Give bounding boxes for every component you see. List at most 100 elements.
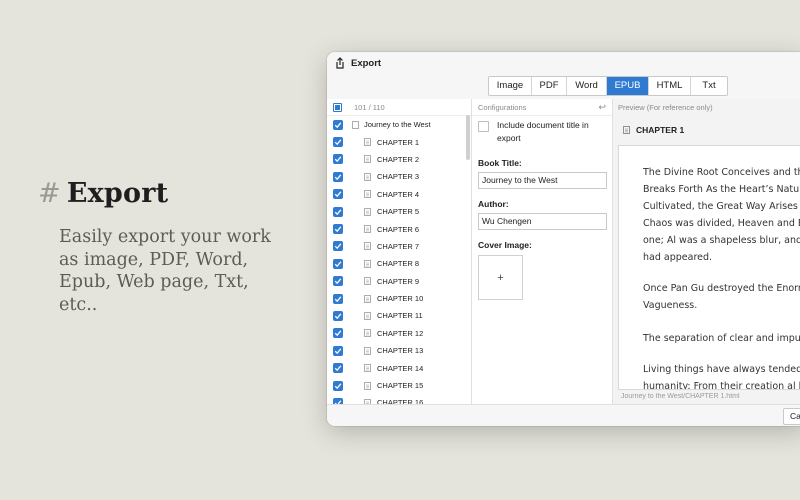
checkbox[interactable] [333, 276, 343, 287]
export-icon [336, 57, 344, 69]
tab-image[interactable]: Image [489, 77, 532, 95]
chapter-label: CHAPTER 8 [377, 259, 420, 269]
select-all-checkbox[interactable] [333, 102, 342, 112]
checkbox[interactable] [333, 224, 343, 235]
chapter-label: CHAPTER 11 [377, 311, 423, 321]
checkbox[interactable] [333, 171, 343, 182]
chapter-label: CHAPTER 7 [377, 241, 420, 251]
preview-text-line: Cultivated, the Great Way Arises E [643, 201, 800, 212]
tree-row-chapter[interactable]: CHAPTER 15 [327, 377, 471, 394]
checkbox[interactable] [333, 380, 343, 391]
tree-header: 101 / 110 [327, 99, 471, 116]
hero-description: Easily export your work as image, PDF, W… [59, 227, 271, 315]
window-title: Export [351, 57, 382, 69]
config-header-label: Configurations [478, 102, 527, 112]
preview-panel: Preview (For reference only) CHAPTER 1 T… [613, 99, 800, 404]
chapter-doc-icon [364, 294, 371, 303]
tab-pdf[interactable]: PDF [532, 77, 567, 95]
preview-text-line: Chaos was divided, Heaven and E [643, 218, 800, 229]
preview-text-line: Living things have always tended [643, 364, 800, 375]
checkbox[interactable] [333, 363, 343, 374]
checkbox[interactable] [333, 206, 343, 217]
checkbox[interactable] [333, 293, 343, 304]
preview-text-line: Breaks Forth As the Heart’s Natur [643, 184, 800, 195]
checkbox[interactable] [333, 241, 343, 252]
tab-word[interactable]: Word [567, 77, 607, 95]
tree-row-chapter[interactable]: CHAPTER 1 [327, 133, 471, 150]
checkbox[interactable] [333, 328, 343, 339]
check-icon [334, 209, 342, 215]
preview-text-line: Once Pan Gu destroyed the Enorm [643, 283, 800, 294]
chapter-label: CHAPTER 6 [377, 224, 420, 234]
tree-row-chapter[interactable]: CHAPTER 5 [327, 203, 471, 220]
author-input[interactable]: Wu Chengen [478, 213, 607, 230]
tree-row-chapter[interactable]: CHAPTER 3 [327, 168, 471, 185]
hero-title: # Export [38, 178, 168, 209]
tree-row-chapter[interactable]: CHAPTER 6 [327, 220, 471, 237]
chapter-label: CHAPTER 9 [377, 276, 420, 286]
hero-title-text: Export [66, 178, 169, 209]
selection-count: 101 / 110 [354, 102, 385, 112]
chapter-label: CHAPTER 5 [377, 207, 420, 217]
include-title-checkbox[interactable] [478, 121, 489, 132]
tree-row-chapter[interactable]: CHAPTER 4 [327, 186, 471, 203]
checkbox[interactable] [333, 137, 343, 148]
window-titlebar: Export [327, 52, 800, 74]
checkbox[interactable] [333, 258, 343, 269]
chapter-doc-icon [364, 329, 371, 338]
format-tabs: Image PDF Word EPUB HTML Txt [488, 76, 728, 96]
tree-book-label: Journey to the West [364, 120, 431, 130]
preview-text-line: had appeared. [643, 252, 713, 263]
include-title-option[interactable]: Include document title in export [478, 119, 608, 145]
check-icon [334, 278, 342, 285]
checkbox[interactable] [333, 154, 343, 165]
checkbox[interactable] [333, 189, 343, 200]
check-icon [334, 313, 342, 320]
tab-epub[interactable]: EPUB [607, 77, 649, 95]
chapter-doc-icon [364, 225, 371, 233]
check-icon [334, 191, 342, 198]
checkbox[interactable] [333, 119, 343, 130]
check-icon [334, 174, 342, 181]
plus-icon: + [497, 271, 504, 284]
preview-text-line: humanity: From their creation al b [643, 381, 800, 390]
chapter-list: CHAPTER 1 CHAPTER 2 CHAPTER 3 CHAPTER 4 CHAP… [327, 133, 471, 404]
cancel-button[interactable]: Ca [783, 408, 800, 425]
tree-row-book[interactable]: Journey to the West [327, 116, 471, 133]
chapter-doc-icon [364, 242, 371, 251]
preview-page[interactable]: The Divine Root Conceives and th Breaks … [618, 145, 800, 390]
check-icon [334, 243, 342, 250]
book-title-input[interactable]: Journey to the West [478, 172, 607, 189]
cover-image-add-button[interactable]: + [478, 255, 523, 300]
hero-heading: # Export [38, 178, 168, 209]
chapter-doc-icon [364, 207, 371, 216]
tree-row-chapter[interactable]: CHAPTER 16 [327, 394, 471, 404]
chapter-doc-icon [364, 155, 371, 164]
chapter-doc-icon [364, 277, 371, 286]
tree-row-chapter[interactable]: CHAPTER 8 [327, 255, 471, 272]
book-title-label: Book Title: [478, 158, 522, 168]
chapter-label: CHAPTER 12 [377, 328, 424, 338]
tree-row-chapter[interactable]: CHAPTER 2 [327, 151, 471, 168]
chapter-doc-icon [364, 381, 371, 390]
tab-html[interactable]: HTML [649, 77, 691, 95]
tree-row-chapter[interactable]: CHAPTER 10 [327, 290, 471, 307]
tree-row-chapter[interactable]: CHAPTER 13 [327, 342, 471, 359]
tab-txt[interactable]: Txt [691, 77, 727, 95]
tree-row-chapter[interactable]: CHAPTER 9 [327, 273, 471, 290]
preview-chapter-title: CHAPTER 1 [623, 125, 684, 135]
check-icon [334, 139, 342, 146]
reset-icon[interactable]: ↩ [598, 102, 606, 113]
include-title-label: Include document title in export [497, 120, 589, 143]
chapter-label: CHAPTER 10 [377, 294, 424, 304]
book-icon [352, 120, 359, 129]
checkbox[interactable] [333, 345, 343, 356]
tree-row-chapter[interactable]: CHAPTER 11 [327, 307, 471, 324]
tree-row-chapter[interactable]: CHAPTER 7 [327, 238, 471, 255]
tree-row-chapter[interactable]: CHAPTER 14 [327, 359, 471, 376]
tree-scrollbar[interactable] [466, 115, 470, 160]
check-icon [334, 382, 342, 389]
tree-row-chapter[interactable]: CHAPTER 12 [327, 325, 471, 342]
checkbox[interactable] [333, 310, 343, 321]
check-icon [334, 365, 342, 372]
